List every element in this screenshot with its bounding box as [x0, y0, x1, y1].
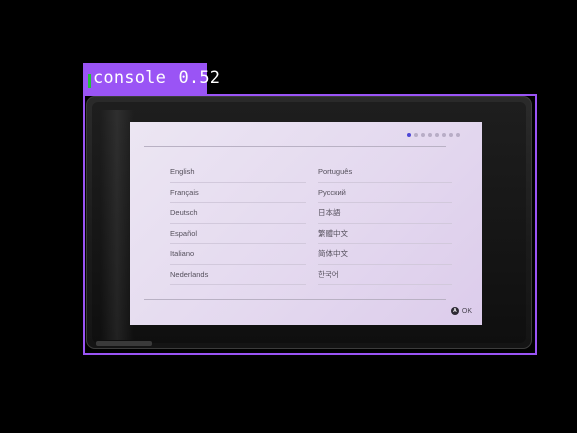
detection-label: console 0.52 [83, 63, 220, 94]
detection-bounding-box [83, 94, 537, 355]
label-marker [88, 74, 91, 88]
detection-score: 0.52 [178, 68, 221, 88]
detection-class: console [93, 68, 167, 88]
